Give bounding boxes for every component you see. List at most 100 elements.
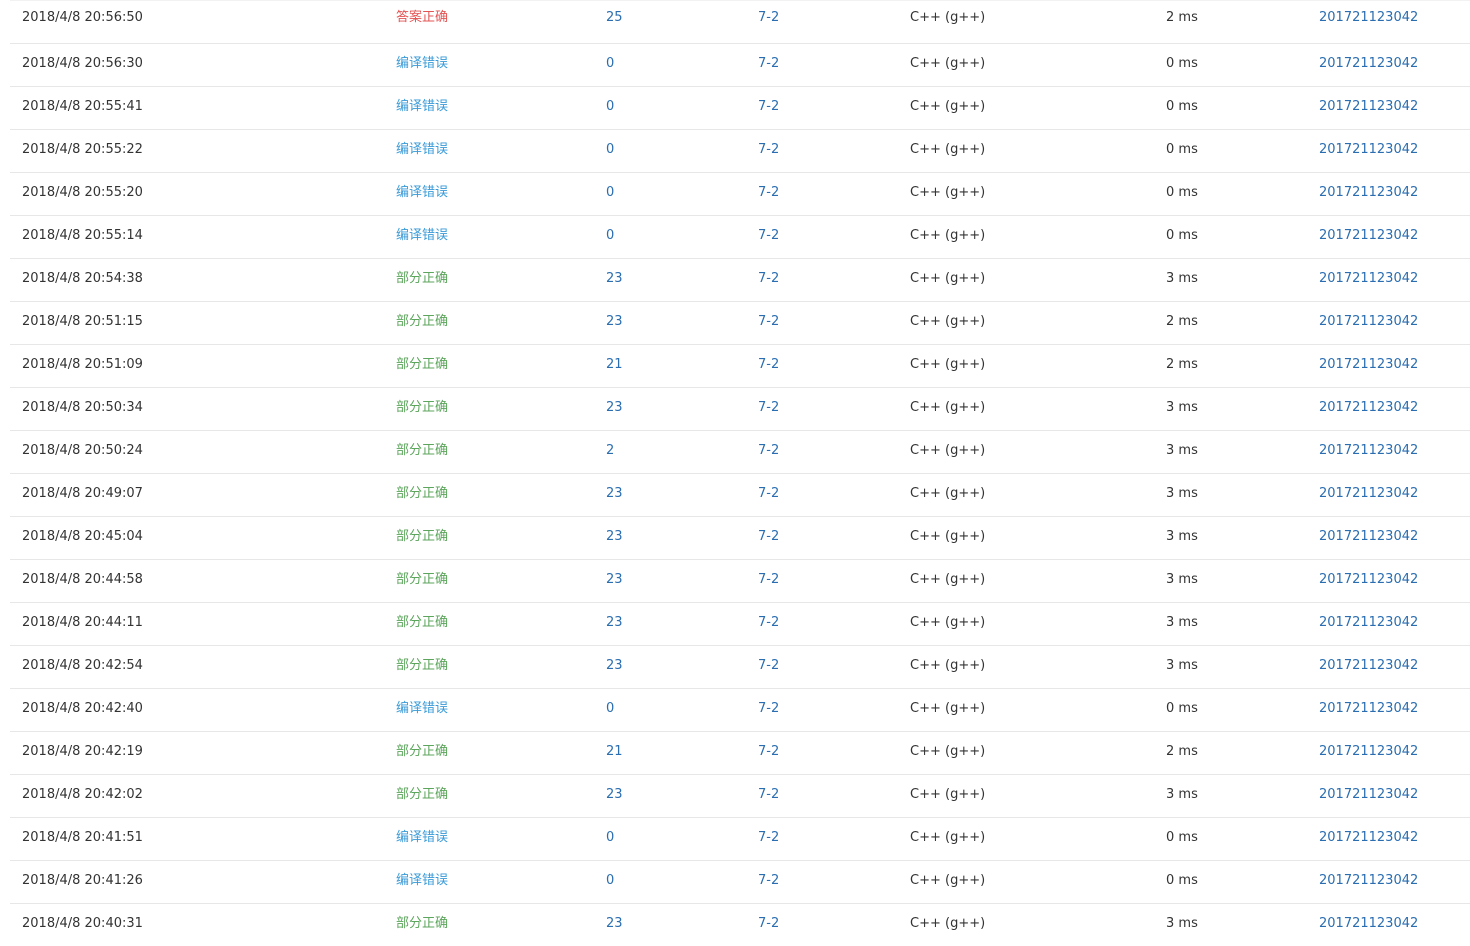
score-link[interactable]: 0 <box>606 689 614 729</box>
user-link[interactable]: 201721123042 <box>1319 173 1418 213</box>
score-link[interactable]: 23 <box>606 517 623 557</box>
user-link[interactable]: 201721123042 <box>1319 775 1418 815</box>
score-link[interactable]: 25 <box>606 0 623 38</box>
compiler-language: C++ (g++) <box>910 916 986 931</box>
user-link[interactable]: 201721123042 <box>1319 560 1418 600</box>
score-link[interactable]: 23 <box>606 259 623 299</box>
table-row: 2018/4/8 20:50:24 部分正确 2 7-2 C++ (g++) 3 ms 20… <box>10 430 1470 473</box>
score-link[interactable]: 23 <box>606 302 623 342</box>
submission-status-link[interactable]: 编译错误 <box>396 861 448 901</box>
user-link[interactable]: 201721123042 <box>1319 818 1418 858</box>
problem-link[interactable]: 7-2 <box>758 732 779 772</box>
problem-link[interactable]: 7-2 <box>758 302 779 342</box>
score-link[interactable]: 21 <box>606 732 623 772</box>
problem-link[interactable]: 7-2 <box>758 474 779 514</box>
user-link[interactable]: 201721123042 <box>1319 904 1418 944</box>
compiler-language: C++ (g++) <box>910 99 986 114</box>
submission-status-link[interactable]: 编译错误 <box>396 87 448 127</box>
score-link[interactable]: 23 <box>606 775 623 815</box>
score-link[interactable]: 23 <box>606 603 623 643</box>
submission-status-link[interactable]: 编译错误 <box>396 689 448 729</box>
submission-status-link[interactable]: 答案正确 <box>396 0 448 38</box>
user-link[interactable]: 201721123042 <box>1319 259 1418 299</box>
problem-link[interactable]: 7-2 <box>758 130 779 170</box>
submission-status-link[interactable]: 编译错误 <box>396 130 448 170</box>
submission-status-link[interactable]: 部分正确 <box>396 517 448 557</box>
submission-status-link[interactable]: 部分正确 <box>396 904 448 944</box>
problem-link[interactable]: 7-2 <box>758 646 779 686</box>
score-link[interactable]: 21 <box>606 345 623 385</box>
problem-link[interactable]: 7-2 <box>758 388 779 428</box>
score-link[interactable]: 23 <box>606 560 623 600</box>
user-link[interactable]: 201721123042 <box>1319 44 1418 84</box>
submission-status-link[interactable]: 部分正确 <box>396 259 448 299</box>
submission-status-link[interactable]: 部分正确 <box>396 732 448 772</box>
submission-status-link[interactable]: 部分正确 <box>396 560 448 600</box>
user-link[interactable]: 201721123042 <box>1319 345 1418 385</box>
problem-link[interactable]: 7-2 <box>758 173 779 213</box>
submission-status-link[interactable]: 部分正确 <box>396 431 448 471</box>
problem-link[interactable]: 7-2 <box>758 818 779 858</box>
problem-link[interactable]: 7-2 <box>758 904 779 944</box>
user-link[interactable]: 201721123042 <box>1319 646 1418 686</box>
score-link[interactable]: 0 <box>606 216 614 256</box>
score-link[interactable]: 0 <box>606 861 614 901</box>
run-time: 0 ms <box>1166 228 1198 243</box>
problem-link[interactable]: 7-2 <box>758 689 779 729</box>
problem-link[interactable]: 7-2 <box>758 216 779 256</box>
table-row: 2018/4/8 20:42:40 编译错误 0 7-2 C++ (g++) 0 ms 20… <box>10 688 1470 731</box>
run-time: 3 ms <box>1166 615 1198 630</box>
problem-link[interactable]: 7-2 <box>758 345 779 385</box>
problem-link[interactable]: 7-2 <box>758 259 779 299</box>
table-row: 2018/4/8 20:40:31 部分正确 23 7-2 C++ (g++) 3 ms 2… <box>10 903 1470 946</box>
score-link[interactable]: 0 <box>606 87 614 127</box>
submission-status-link[interactable]: 编译错误 <box>396 216 448 256</box>
user-link[interactable]: 201721123042 <box>1319 0 1418 38</box>
user-link[interactable]: 201721123042 <box>1319 689 1418 729</box>
score-link[interactable]: 0 <box>606 44 614 84</box>
submission-status-link[interactable]: 部分正确 <box>396 345 448 385</box>
score-link[interactable]: 0 <box>606 130 614 170</box>
submission-status-link[interactable]: 编译错误 <box>396 173 448 213</box>
table-row: 2018/4/8 20:56:50 答案正确 25 7-2 C++ (g++) 2 ms 2… <box>10 0 1470 43</box>
user-link[interactable]: 201721123042 <box>1319 431 1418 471</box>
problem-link[interactable]: 7-2 <box>758 861 779 901</box>
score-link[interactable]: 0 <box>606 173 614 213</box>
user-link[interactable]: 201721123042 <box>1319 87 1418 127</box>
score-link[interactable]: 23 <box>606 474 623 514</box>
score-link[interactable]: 23 <box>606 388 623 428</box>
problem-link[interactable]: 7-2 <box>758 560 779 600</box>
user-link[interactable]: 201721123042 <box>1319 388 1418 428</box>
submit-time: 2018/4/8 20:54:38 <box>22 271 143 286</box>
submission-status-link[interactable]: 部分正确 <box>396 646 448 686</box>
table-row: 2018/4/8 20:55:22 编译错误 0 7-2 C++ (g++) 0 ms 20… <box>10 129 1470 172</box>
score-link[interactable]: 23 <box>606 646 623 686</box>
score-link[interactable]: 2 <box>606 431 614 471</box>
user-link[interactable]: 201721123042 <box>1319 861 1418 901</box>
problem-link[interactable]: 7-2 <box>758 517 779 557</box>
user-link[interactable]: 201721123042 <box>1319 474 1418 514</box>
user-link[interactable]: 201721123042 <box>1319 216 1418 256</box>
problem-link[interactable]: 7-2 <box>758 0 779 38</box>
submission-status-link[interactable]: 部分正确 <box>396 388 448 428</box>
user-link[interactable]: 201721123042 <box>1319 517 1418 557</box>
problem-link[interactable]: 7-2 <box>758 603 779 643</box>
submission-status-link[interactable]: 部分正确 <box>396 302 448 342</box>
table-row: 2018/4/8 20:44:11 部分正确 23 7-2 C++ (g++) 3 ms 2… <box>10 602 1470 645</box>
submission-status-link[interactable]: 部分正确 <box>396 775 448 815</box>
problem-link[interactable]: 7-2 <box>758 775 779 815</box>
compiler-language: C++ (g++) <box>910 486 986 501</box>
user-link[interactable]: 201721123042 <box>1319 130 1418 170</box>
user-link[interactable]: 201721123042 <box>1319 302 1418 342</box>
submission-status-link[interactable]: 部分正确 <box>396 603 448 643</box>
score-link[interactable]: 23 <box>606 904 623 944</box>
problem-link[interactable]: 7-2 <box>758 44 779 84</box>
submission-status-link[interactable]: 部分正确 <box>396 474 448 514</box>
problem-link[interactable]: 7-2 <box>758 431 779 471</box>
user-link[interactable]: 201721123042 <box>1319 603 1418 643</box>
score-link[interactable]: 0 <box>606 818 614 858</box>
problem-link[interactable]: 7-2 <box>758 87 779 127</box>
submission-status-link[interactable]: 编译错误 <box>396 44 448 84</box>
submission-status-link[interactable]: 编译错误 <box>396 818 448 858</box>
user-link[interactable]: 201721123042 <box>1319 732 1418 772</box>
